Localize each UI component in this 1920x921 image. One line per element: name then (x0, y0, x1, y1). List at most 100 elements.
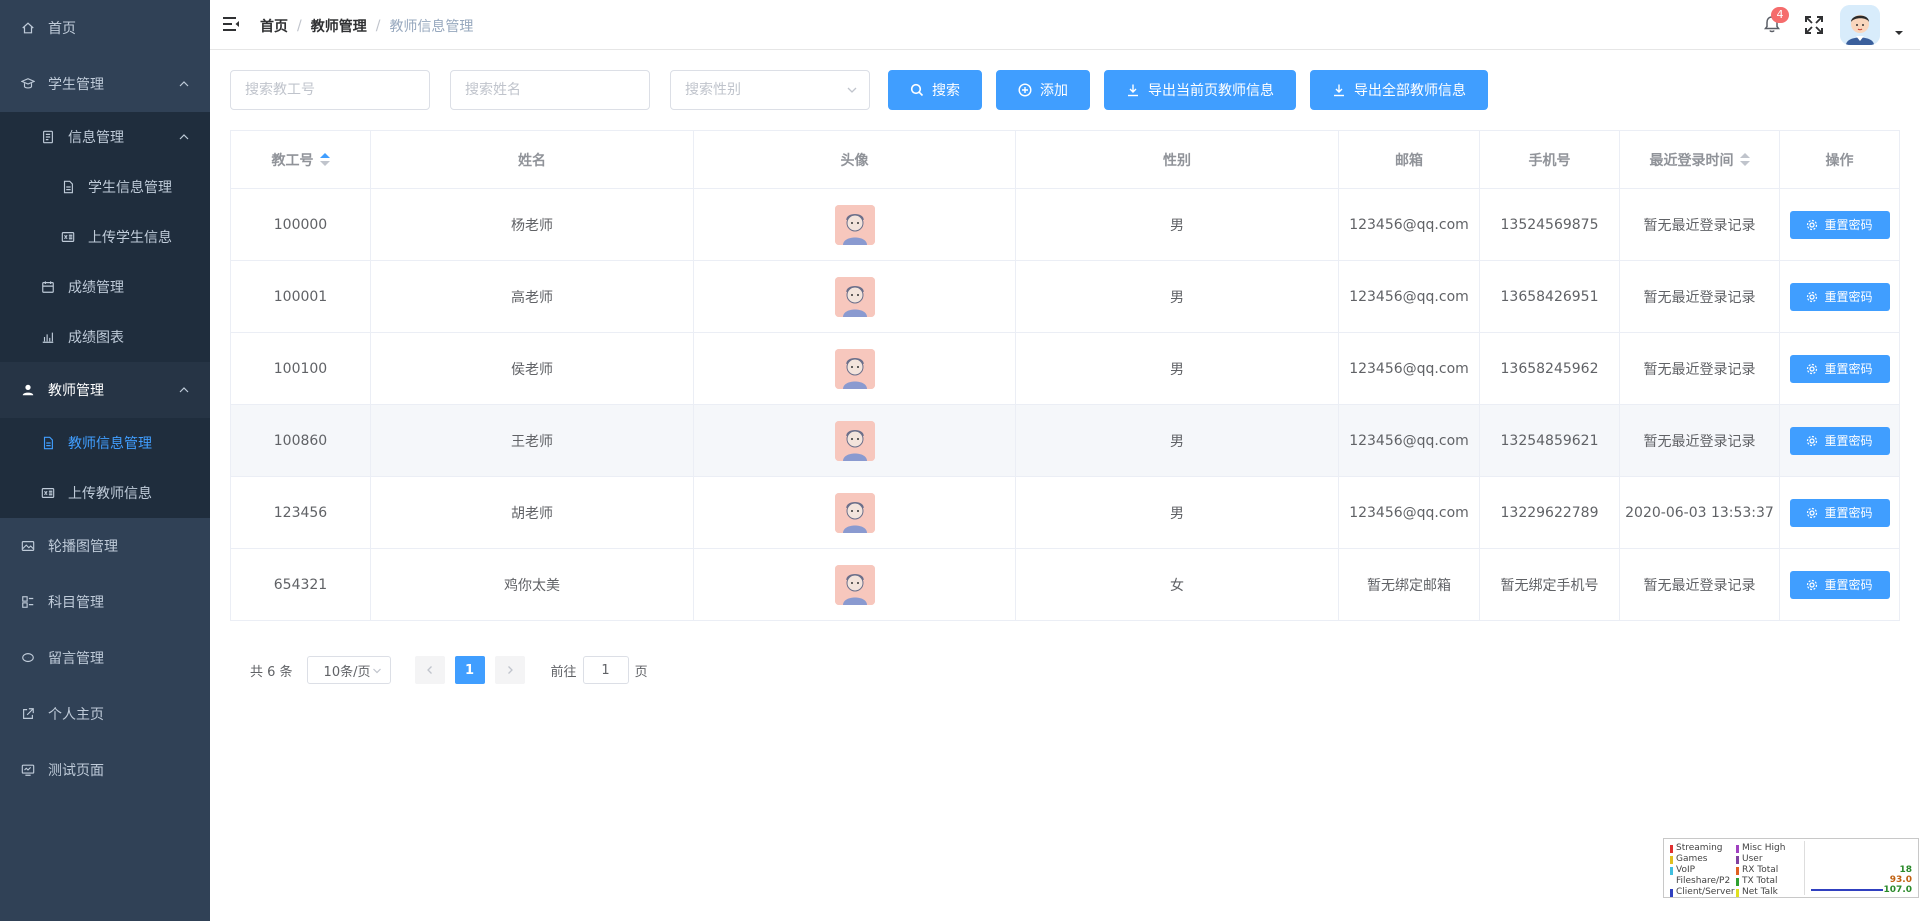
cell-avatar (694, 405, 1016, 477)
cell-email: 123456@qq.com (1339, 261, 1480, 333)
teacher-avatar-image[interactable] (834, 492, 875, 533)
breadcrumb-current: 教师信息管理 (389, 19, 474, 35)
teacher-avatar-image[interactable] (834, 204, 875, 245)
export-all-button[interactable]: 导出全部教师信息 (1310, 70, 1488, 110)
cell-teacher-id: 100100 (231, 333, 371, 405)
sidebar-item-subjects[interactable]: 科目管理 (0, 574, 210, 630)
legend-item: Fileshare/P2 (1670, 876, 1735, 887)
table-header-row: 教工号 姓名 头像 性别 邮箱 手机号 最近登录时间 操作 (231, 131, 1900, 189)
chevron-up-icon (179, 387, 189, 393)
sidebar-item-info-management[interactable]: 信息管理 (0, 112, 210, 162)
reset-password-button[interactable]: 重置密码 (1789, 426, 1890, 455)
sidebar-item-teacher-info[interactable]: 教师信息管理 (0, 418, 210, 468)
netmeter-left-legend: Streaming Games VoIP Fileshare/P2 Client… (1670, 843, 1735, 898)
sidebar-item-student-management[interactable]: 学生管理 (0, 56, 210, 112)
cartoon-avatar-icon (834, 420, 875, 461)
cell-gender: 男 (1016, 261, 1339, 333)
legend-swatch (1670, 866, 1673, 875)
sidebar-item-label: 测试页面 (48, 763, 104, 779)
cell-avatar (694, 333, 1016, 405)
cell-last-login: 2020-06-03 13:53:37 (1620, 477, 1780, 549)
legend-swatch (1736, 877, 1739, 886)
gear-icon (1807, 363, 1818, 374)
cell-avatar (694, 477, 1016, 549)
breadcrumb: 首页 / 教师管理 / 教师信息管理 (260, 16, 473, 36)
search-name-input[interactable] (450, 70, 650, 110)
legend-label: RX Total (1742, 865, 1779, 875)
legend-swatch (1736, 888, 1739, 897)
goto-page-input[interactable] (582, 656, 629, 684)
prev-page-button[interactable] (414, 656, 445, 684)
column-header-last-login[interactable]: 最近登录时间 (1620, 131, 1780, 189)
breadcrumb-home[interactable]: 首页 (260, 16, 288, 36)
sidebar-item-upload-teacher[interactable]: 上传教师信息 (0, 468, 210, 518)
gear-icon (1807, 435, 1818, 446)
reset-password-button[interactable]: 重置密码 (1789, 354, 1890, 383)
menu-fold-icon[interactable] (222, 15, 240, 33)
add-button-label: 添加 (1040, 83, 1068, 99)
download-icon (1128, 84, 1138, 97)
reset-password-button[interactable]: 重置密码 (1789, 282, 1890, 311)
reset-password-button[interactable]: 重置密码 (1789, 570, 1890, 599)
legend-swatch (1670, 844, 1673, 853)
sidebar-item-test-page[interactable]: 测试页面 (0, 742, 210, 798)
teacher-avatar-image[interactable] (834, 276, 875, 317)
reset-password-label: 重置密码 (1824, 362, 1873, 376)
search-gender-select[interactable] (670, 70, 870, 110)
breadcrumb-teacher-management[interactable]: 教师管理 (311, 16, 367, 36)
legend-swatch (1736, 844, 1739, 853)
column-header-label: 教工号 (271, 152, 314, 169)
cell-teacher-id: 654321 (231, 549, 371, 621)
sidebar-item-score-chart[interactable]: 成绩图表 (0, 312, 210, 362)
plus-circle-icon (1018, 83, 1032, 97)
sidebar-item-label: 教师管理 (48, 383, 104, 399)
search-teacher-id-input[interactable] (230, 70, 430, 110)
cell-last-login: 暂无最近登录记录 (1620, 261, 1780, 333)
sidebar-item-carousel[interactable]: 轮播图管理 (0, 518, 210, 574)
page-size-select[interactable]: 10条/页 (306, 656, 391, 684)
sidebar-item-profile[interactable]: 个人主页 (0, 686, 210, 742)
next-page-button[interactable] (494, 656, 525, 684)
cell-name: 王老师 (371, 405, 694, 477)
page-number-current[interactable]: 1 (454, 656, 485, 684)
cell-actions: 重置密码 (1780, 477, 1900, 549)
column-header-phone: 手机号 (1480, 131, 1620, 189)
add-button[interactable]: 添加 (996, 70, 1090, 110)
cell-actions: 重置密码 (1780, 405, 1900, 477)
fullscreen-icon[interactable] (1804, 15, 1824, 35)
caret-down-icon[interactable] (1894, 28, 1904, 38)
sidebar-item-upload-student[interactable]: 上传学生信息 (0, 212, 210, 262)
legend-item: User (1736, 854, 1785, 865)
cell-phone: 13254859621 (1480, 405, 1620, 477)
teacher-avatar-image[interactable] (834, 348, 875, 389)
sidebar-item-teacher-management[interactable]: 教师管理 (0, 362, 210, 418)
cell-actions: 重置密码 (1780, 261, 1900, 333)
chat-icon (20, 650, 36, 666)
reset-password-button[interactable]: 重置密码 (1789, 210, 1890, 239)
cell-last-login: 暂无最近登录记录 (1620, 189, 1780, 261)
teacher-avatar-image[interactable] (834, 420, 875, 461)
cell-avatar (694, 261, 1016, 333)
sidebar-item-label: 学生管理 (48, 77, 104, 93)
cell-last-login: 暂无最近登录记录 (1620, 333, 1780, 405)
sidebar-item-student-info[interactable]: 学生信息管理 (0, 162, 210, 212)
sidebar-item-messages[interactable]: 留言管理 (0, 630, 210, 686)
sort-caret-icon[interactable] (319, 152, 330, 167)
column-header-teacher-id[interactable]: 教工号 (231, 131, 371, 189)
sidebar-item-label: 首页 (48, 21, 76, 37)
cartoon-avatar-icon (834, 492, 875, 533)
column-header-label: 邮箱 (1395, 152, 1423, 169)
cell-name: 胡老师 (371, 477, 694, 549)
reset-password-button[interactable]: 重置密码 (1789, 498, 1890, 527)
export-page-button[interactable]: 导出当前页教师信息 (1104, 70, 1296, 110)
sort-caret-icon[interactable] (1739, 152, 1750, 167)
cell-email: 123456@qq.com (1339, 405, 1480, 477)
sidebar-item-home[interactable]: 首页 (0, 0, 210, 56)
cell-teacher-id: 100001 (231, 261, 371, 333)
search-button[interactable]: 搜索 (888, 70, 982, 110)
sidebar-item-score-management[interactable]: 成绩管理 (0, 262, 210, 312)
teacher-avatar-image[interactable] (834, 564, 875, 605)
user-avatar[interactable] (1840, 5, 1880, 45)
legend-item: Misc High (1736, 843, 1785, 854)
cell-gender: 男 (1016, 333, 1339, 405)
